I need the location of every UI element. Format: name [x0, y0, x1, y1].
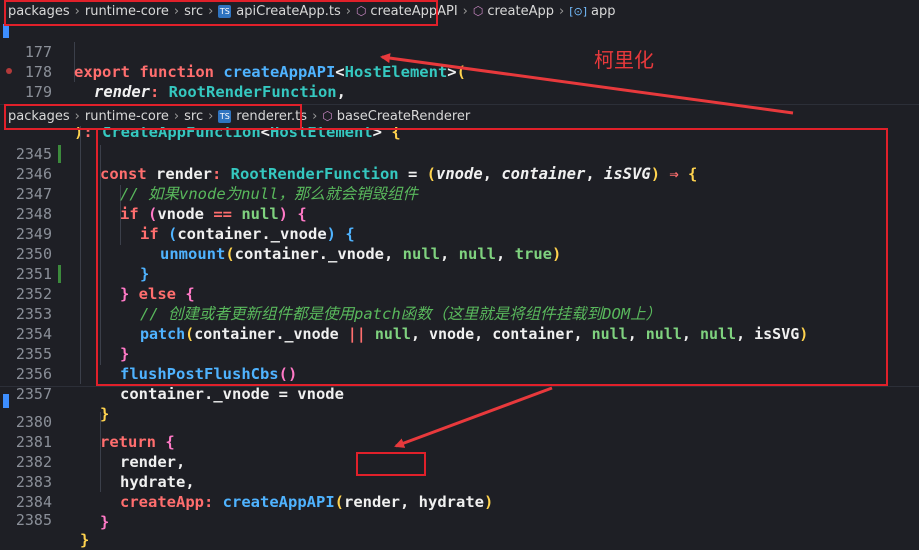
annotation-arrows: [380, 53, 794, 448]
line-number: 2385: [15, 511, 52, 529]
arrow-to-render-arg: [394, 386, 553, 448]
arrow-to-signature: [380, 53, 794, 115]
